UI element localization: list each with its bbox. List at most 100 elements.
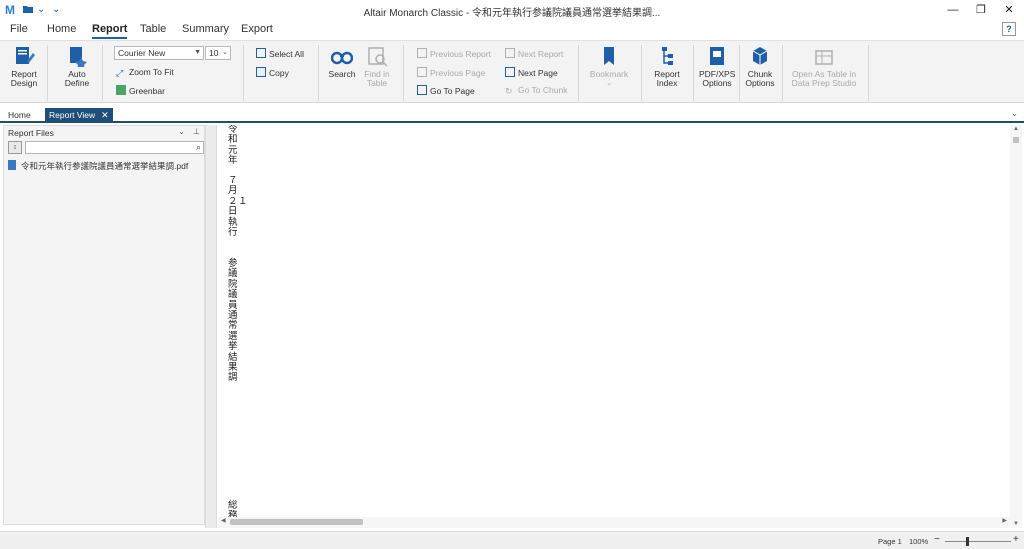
zoom-out-icon[interactable]: − (934, 534, 940, 545)
tab-home[interactable]: Home (47, 23, 76, 35)
next-report-label: Next Report (518, 49, 564, 59)
zoom-in-icon[interactable]: + (1013, 534, 1019, 545)
open-as-table-label: Open As Table in Data Prep Studio (791, 69, 857, 88)
report-text: ７月 (228, 175, 247, 197)
data-prep-studio-icon (815, 50, 833, 65)
bookmark-icon (604, 47, 614, 65)
select-all-icon (256, 48, 266, 58)
document-tabs: Home Report View ✕ ⌄ (0, 107, 1024, 123)
pdf-xps-options-label: PDF/XPS Options (699, 69, 736, 88)
doc-tab-home[interactable]: Home (4, 108, 35, 123)
auto-define-button[interactable]: Auto Define (60, 45, 94, 88)
help-button[interactable]: ? (1002, 22, 1016, 36)
greenbar-button[interactable]: Greenbar (116, 85, 165, 96)
close-window-button[interactable]: ✕ (994, 2, 1024, 18)
pdf-xps-options-button[interactable]: PDF/XPS Options (699, 45, 735, 88)
font-name-value: Courier New (118, 48, 166, 58)
search-input[interactable]: ⌕ (25, 141, 204, 154)
chunk-options-button[interactable]: Chunk Options (742, 45, 778, 88)
ribbon-separator (318, 45, 319, 101)
chevron-down-icon: ▼ (194, 49, 201, 56)
auto-define-icon (70, 47, 87, 67)
go-to-page-label: Go To Page (430, 86, 475, 96)
font-name-select[interactable]: Courier New ▼ (114, 46, 204, 60)
scroll-up-icon[interactable]: ▲ (1010, 126, 1022, 132)
vertical-scrollbar[interactable]: ▲ ▼ (1010, 125, 1022, 528)
previous-page-button[interactable]: Previous Page (417, 67, 485, 78)
previous-report-label: Previous Report (430, 49, 491, 59)
previous-report-button[interactable]: Previous Report (417, 48, 491, 59)
previous-page-label: Previous Page (430, 68, 486, 78)
copy-icon (256, 67, 266, 77)
chunk-options-label: Chunk Options (745, 69, 775, 88)
horizontal-scrollbar[interactable]: ◀ ▶ (218, 517, 1010, 528)
minimize-button[interactable]: — (938, 2, 968, 18)
find-in-table-button[interactable]: Find in Table (362, 45, 392, 88)
find-in-table-icon (368, 47, 388, 67)
search-button[interactable]: Search (327, 45, 357, 79)
report-design-button[interactable]: Report Design (6, 45, 42, 88)
next-report-button[interactable]: Next Report (505, 48, 563, 59)
chevron-down-icon[interactable]: ⌄ (178, 127, 185, 136)
font-size-select[interactable]: 10 ⌄ (205, 46, 231, 60)
search-label: Search (328, 69, 356, 79)
ribbon-separator (641, 45, 642, 101)
ribbon-separator (578, 45, 579, 101)
report-view[interactable]: 令和元年 ７月 ２日執行 １ 参議院議員通常選挙結果調 総務 (218, 125, 1010, 517)
panel-splitter[interactable] (205, 125, 217, 528)
bookmark-button[interactable]: Bookmark ⌄ (588, 45, 630, 88)
window-title: Altair Monarch Classic - 令和元年執行参議院議員通常選挙… (363, 8, 661, 19)
zoom-slider[interactable] (945, 541, 1011, 542)
go-to-page-button[interactable]: Go To Page (417, 85, 475, 96)
restore-button[interactable]: ❐ (966, 2, 996, 18)
search-icon[interactable]: ⌕ (196, 142, 201, 153)
sort-button[interactable]: ↕ (8, 141, 22, 154)
scroll-thumb[interactable] (230, 519, 363, 525)
chevron-down-icon[interactable]: ⌄ (1011, 109, 1018, 118)
pin-icon[interactable]: ⊥ (193, 127, 200, 136)
report-index-button[interactable]: Report Index (651, 45, 683, 88)
doc-tab-report-view[interactable]: Report View ✕ (45, 108, 113, 123)
tab-report[interactable]: Report (92, 23, 128, 39)
ribbon: Report Design Auto Define Courier New ▼ … (0, 40, 1024, 103)
list-item[interactable]: 令和元年執行参議院議員通常選挙結果調.pdf (8, 160, 188, 172)
ribbon-separator (403, 45, 404, 101)
go-to-chunk-icon: ↻ (505, 86, 513, 96)
report-text: 参議院議員通常選挙結果調 (228, 258, 238, 384)
open-as-table-button[interactable]: Open As Table in Data Prep Studio (788, 45, 860, 88)
panel-controls: ⌄ ⊥ (178, 127, 200, 136)
select-all-button[interactable]: Select All (256, 48, 304, 59)
copy-button[interactable]: Copy (256, 67, 289, 78)
tab-table[interactable]: Table (140, 23, 166, 35)
next-page-button[interactable]: Next Page (505, 67, 558, 78)
greenbar-label: Greenbar (129, 86, 165, 96)
page-indicator: Page 1 (878, 537, 902, 546)
ribbon-separator (868, 45, 869, 101)
find-in-table-label: Find in Table (364, 69, 390, 88)
ribbon-separator (102, 45, 103, 101)
close-icon[interactable]: ✕ (101, 110, 109, 120)
go-to-chunk-label: Go To Chunk (518, 85, 568, 95)
copy-label: Copy (269, 68, 289, 78)
report-text: １ (238, 196, 248, 207)
zoom-to-fit-button[interactable]: ⤢ Zoom To Fit (116, 67, 174, 78)
select-all-label: Select All (269, 49, 304, 59)
tab-export[interactable]: Export (241, 23, 273, 35)
bookmark-label: Bookmark (589, 69, 629, 79)
title-bar: M ⌄ ⌄ Altair Monarch Classic - 令和元年執行参議院… (0, 0, 1024, 20)
scroll-right-icon[interactable]: ▶ (1002, 517, 1007, 524)
panel-title: Report Files (8, 128, 54, 138)
zoom-slider-thumb[interactable] (966, 537, 969, 546)
greenbar-icon (116, 85, 126, 95)
font-size-value: 10 (209, 48, 219, 58)
scroll-left-icon[interactable]: ◀ (221, 517, 226, 524)
tab-file[interactable]: File (10, 23, 28, 35)
go-to-page-icon (417, 85, 427, 95)
go-to-chunk-button[interactable]: ↻ Go To Chunk (505, 85, 567, 96)
report-design-icon (16, 47, 35, 64)
tab-summary[interactable]: Summary (182, 23, 229, 35)
scroll-down-icon[interactable]: ▼ (1010, 521, 1022, 527)
file-name: 令和元年執行参議院議員通常選挙結果調.pdf (21, 161, 189, 171)
scroll-thumb[interactable] (1013, 137, 1019, 143)
previous-report-icon (417, 48, 427, 58)
